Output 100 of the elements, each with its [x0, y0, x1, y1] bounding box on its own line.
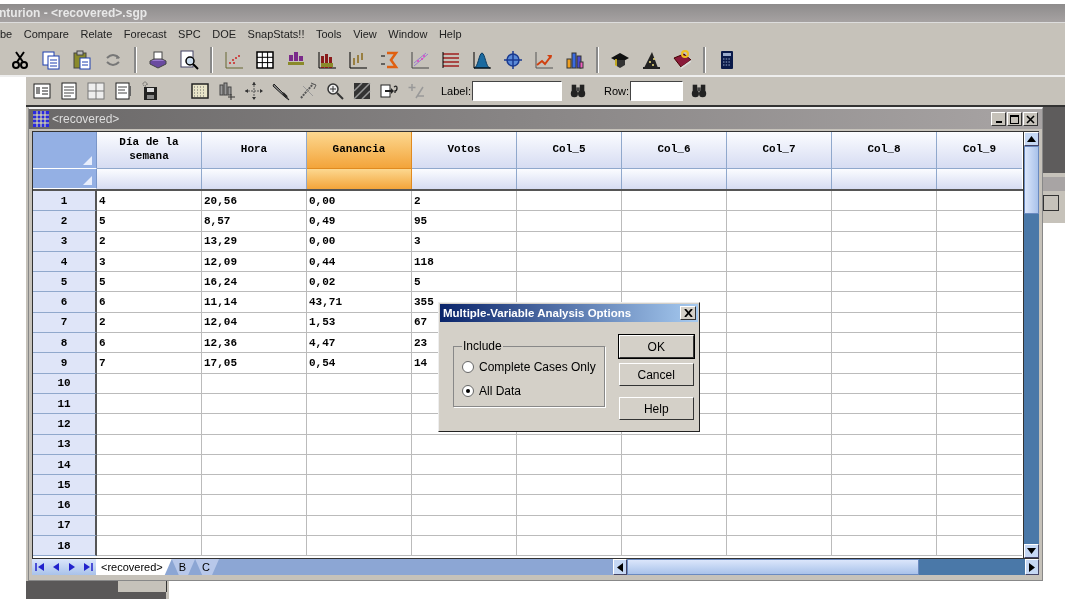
menu-item[interactable]: Tools: [315, 27, 342, 40]
menu-item[interactable]: Forecast: [123, 27, 167, 40]
row-number[interactable]: 16: [33, 495, 97, 516]
table-cell[interactable]: 8,57: [202, 211, 307, 232]
table-cell[interactable]: [832, 434, 937, 455]
table-cell[interactable]: [307, 475, 412, 496]
table-cell[interactable]: [832, 272, 937, 293]
table-cell[interactable]: [832, 414, 937, 435]
last-sheet-button[interactable]: [83, 562, 93, 572]
table-cell[interactable]: [727, 312, 832, 334]
table-cell[interactable]: [727, 251, 832, 273]
table-cell[interactable]: [832, 536, 937, 557]
table-cell[interactable]: [412, 495, 517, 516]
move-arrows-icon[interactable]: [244, 81, 264, 101]
table-cell[interactable]: 0,54: [307, 353, 412, 374]
dialog-button[interactable]: OK: [618, 335, 694, 358]
table-cell[interactable]: 17,05: [202, 353, 307, 374]
menu-item[interactable]: View: [353, 27, 377, 40]
close-button[interactable]: [1023, 112, 1038, 126]
table-cell[interactable]: 43,71: [307, 292, 412, 313]
table-cell[interactable]: [832, 292, 937, 313]
bar-label-icon[interactable]: [217, 81, 237, 101]
pen-icon[interactable]: [271, 81, 291, 101]
table-cell[interactable]: [307, 515, 412, 537]
table-cell[interactable]: 12,04: [202, 312, 307, 334]
row-number[interactable]: 2: [33, 211, 97, 232]
column-subheader[interactable]: [412, 169, 517, 189]
help-book-icon[interactable]: [672, 49, 692, 70]
menu-item[interactable]: Help: [438, 27, 462, 40]
table-cell[interactable]: [622, 191, 727, 212]
menu-item[interactable]: be: [0, 27, 13, 40]
column-subheader[interactable]: [307, 169, 412, 189]
hatch-pattern-icon[interactable]: [352, 81, 372, 101]
radio-button[interactable]: [462, 385, 474, 397]
table-cell[interactable]: [622, 454, 727, 476]
column-subheader[interactable]: [97, 169, 202, 189]
table-cell[interactable]: [202, 434, 307, 455]
table-cell[interactable]: [622, 515, 727, 537]
table-cell[interactable]: [517, 251, 622, 273]
table-cell[interactable]: [97, 454, 202, 476]
table-cell[interactable]: [517, 434, 622, 455]
table-cell[interactable]: 1,53: [307, 312, 412, 334]
sheet-tab[interactable]: C: [195, 559, 220, 575]
table-cell[interactable]: [832, 495, 937, 516]
sheet-tab[interactable]: <recovered>: [96, 559, 172, 575]
table-cell[interactable]: [517, 495, 622, 516]
table-cell[interactable]: [832, 333, 937, 354]
table-cell[interactable]: [412, 475, 517, 496]
regression-plot-icon[interactable]: [410, 49, 430, 70]
table-cell[interactable]: 118: [412, 251, 517, 273]
table-cell[interactable]: [832, 454, 937, 476]
table-icon[interactable]: [86, 81, 106, 101]
table-cell[interactable]: 12,36: [202, 333, 307, 354]
table-cell[interactable]: [517, 536, 622, 557]
menu-item[interactable]: Relate: [80, 27, 113, 40]
menu-item[interactable]: SnapStats!!: [247, 27, 305, 40]
label-field[interactable]: [472, 81, 562, 101]
table-cell[interactable]: [307, 414, 412, 435]
column-header[interactable]: Col_9: [937, 132, 1022, 169]
sheet-tab[interactable]: B: [171, 559, 196, 575]
table-cell[interactable]: [832, 191, 937, 212]
copy-icon[interactable]: [41, 49, 61, 70]
minimized-window[interactable]: [118, 581, 167, 592]
row-number[interactable]: 8: [33, 333, 97, 354]
table-cell[interactable]: [202, 454, 307, 476]
table-cell[interactable]: [727, 231, 832, 252]
table-cell[interactable]: [727, 434, 832, 455]
row-number[interactable]: 9: [33, 353, 97, 374]
table-cell[interactable]: 2: [412, 191, 517, 212]
column-subheader[interactable]: [517, 169, 622, 189]
first-sheet-button[interactable]: [35, 562, 45, 572]
table-cell[interactable]: [412, 536, 517, 557]
table-cell[interactable]: [307, 454, 412, 476]
menu-item[interactable]: Compare: [23, 27, 69, 40]
table-cell[interactable]: [832, 393, 937, 415]
table-cell[interactable]: 11,14: [202, 292, 307, 313]
table-cell[interactable]: [622, 272, 727, 293]
scissors-icon[interactable]: [10, 49, 30, 70]
table-cell[interactable]: 0,00: [307, 191, 412, 212]
table-cell[interactable]: [517, 191, 622, 212]
row-number[interactable]: 17: [33, 515, 97, 537]
row-number[interactable]: 1: [33, 191, 97, 212]
table-cell[interactable]: 0,49: [307, 211, 412, 232]
report-icon[interactable]: [113, 81, 133, 101]
table-cell[interactable]: 12,09: [202, 251, 307, 273]
radio-label[interactable]: Complete Cases Only: [479, 360, 596, 374]
table-cell[interactable]: [832, 373, 937, 394]
crosshair-icon[interactable]: [503, 49, 523, 70]
dialog-button[interactable]: Cancel: [618, 363, 694, 386]
table-cell[interactable]: [832, 211, 937, 232]
table-cell[interactable]: [727, 454, 832, 476]
brush-icon[interactable]: [298, 81, 318, 101]
histogram-icon[interactable]: [317, 49, 337, 70]
table-cell[interactable]: [832, 312, 937, 334]
column-subheader[interactable]: [832, 169, 937, 189]
row-field[interactable]: [630, 81, 684, 101]
document-icon[interactable]: [59, 81, 79, 101]
table-cell[interactable]: 3: [97, 251, 202, 273]
column-subheader[interactable]: [937, 169, 1022, 189]
table-cell[interactable]: [622, 211, 727, 232]
